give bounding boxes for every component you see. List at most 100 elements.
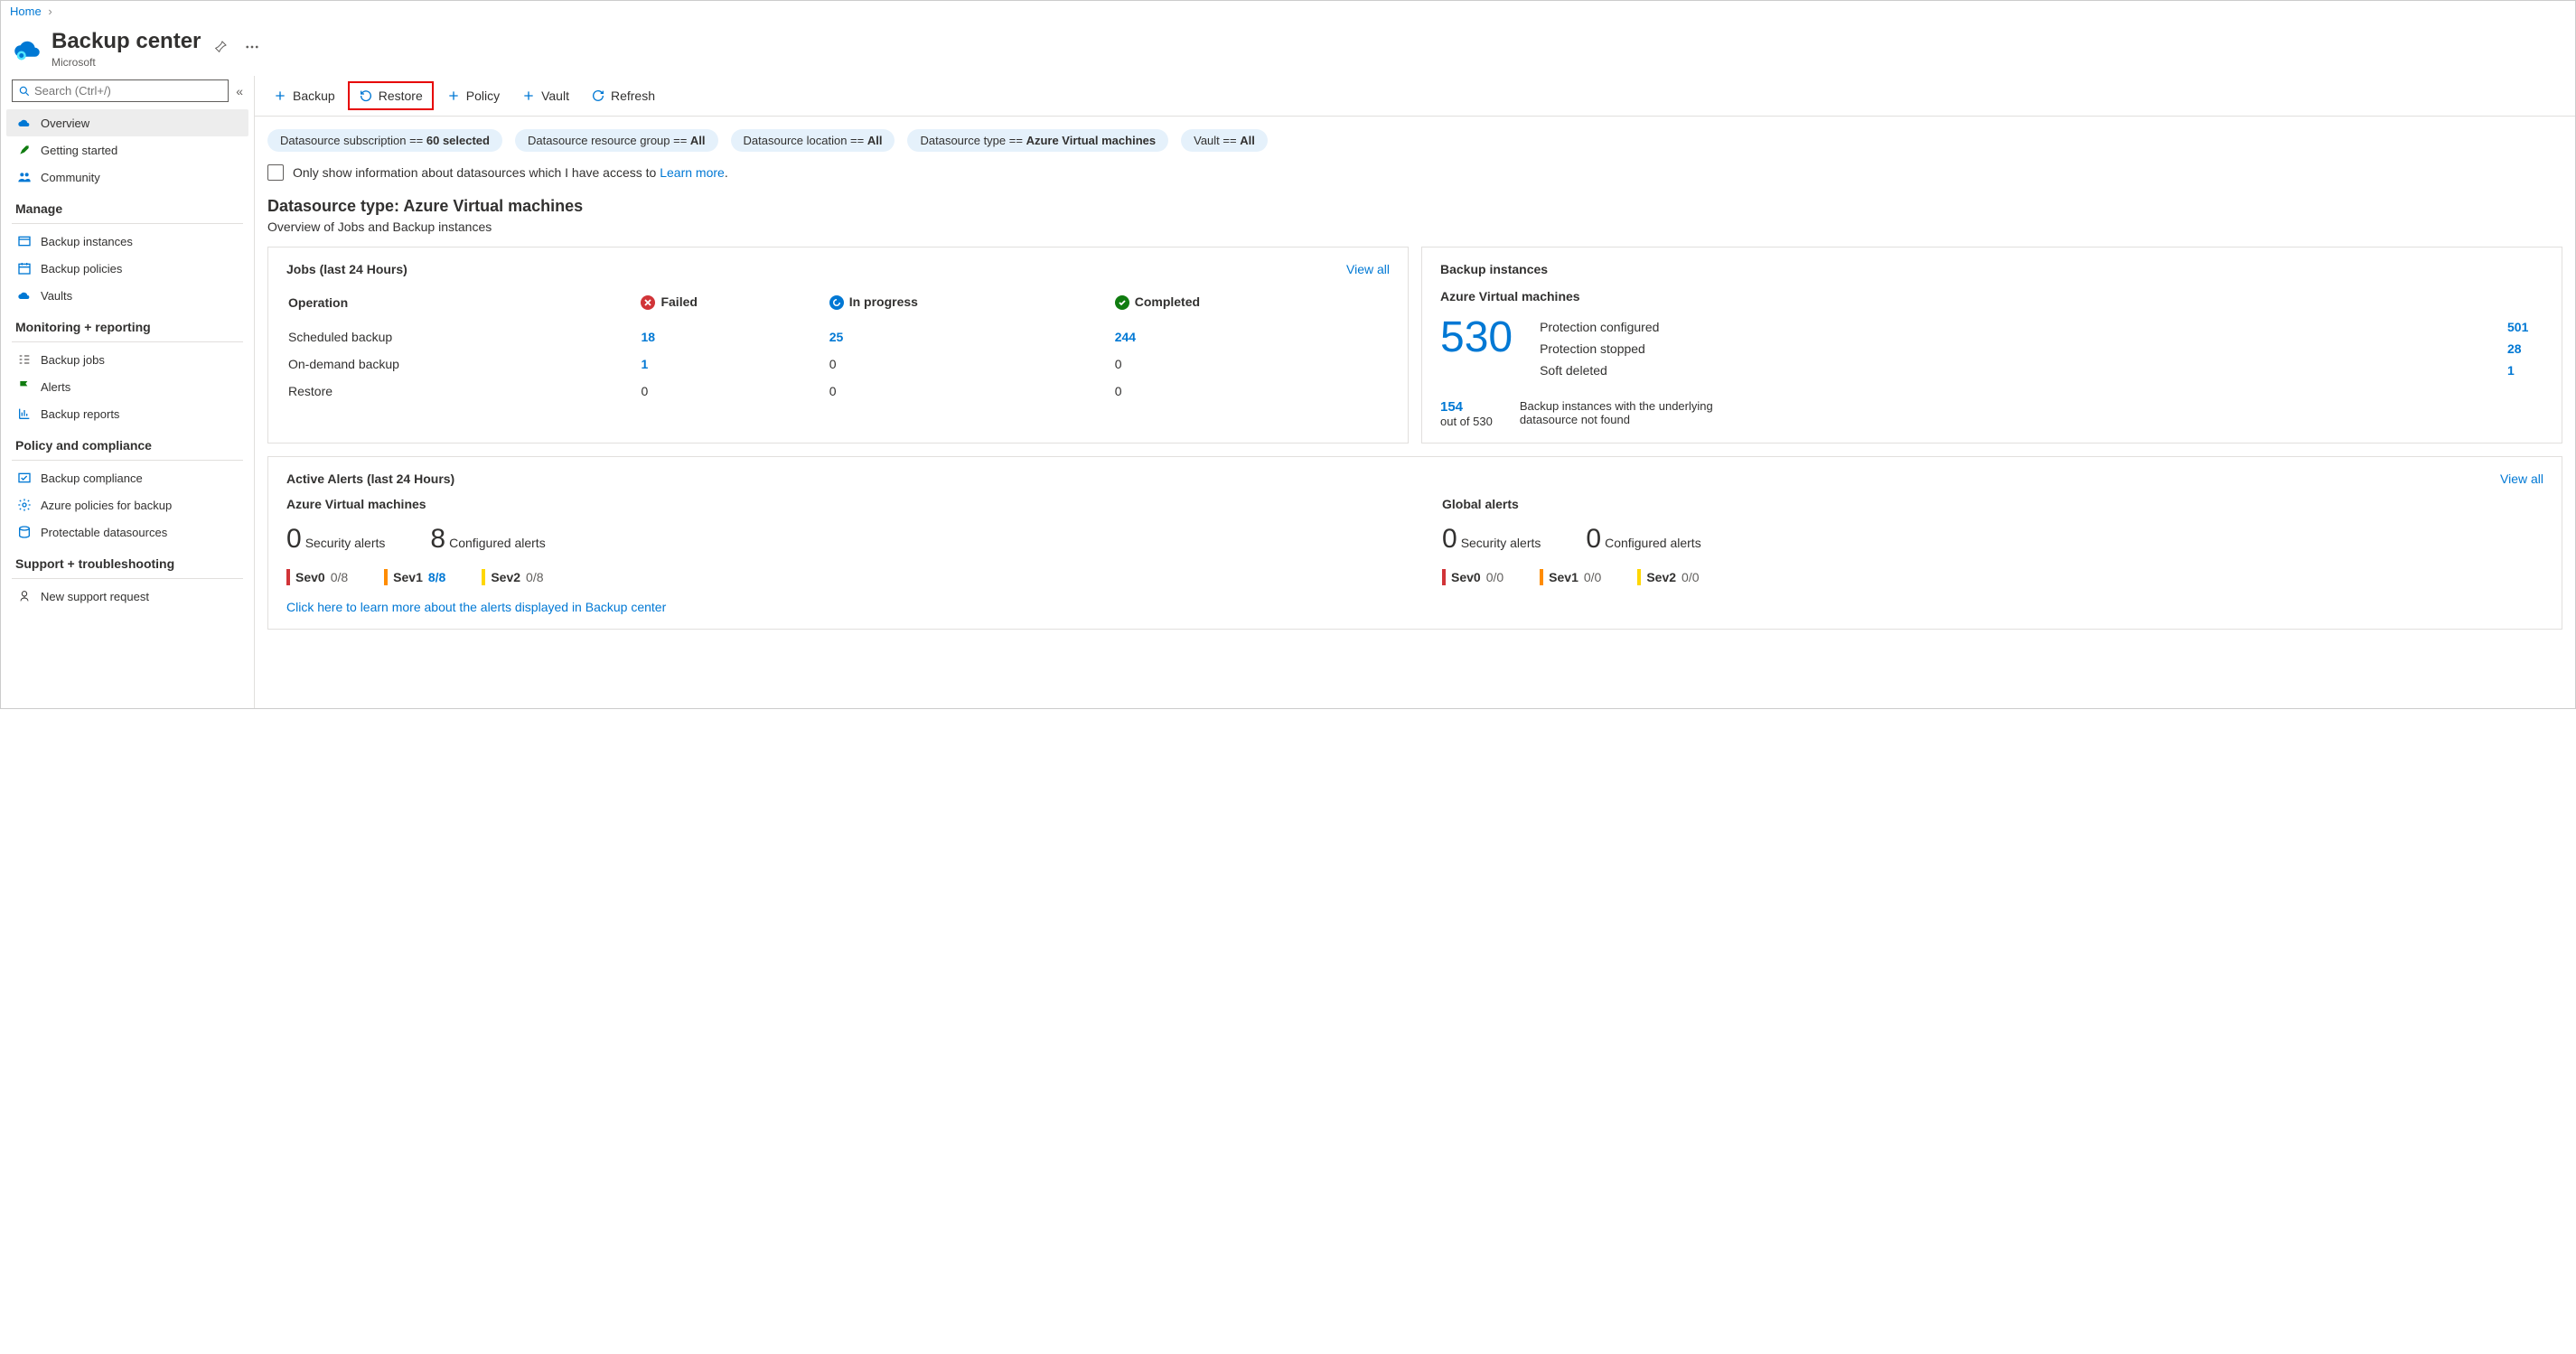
- jobs-cell: 0: [829, 351, 1113, 377]
- filter-location[interactable]: Datasource location == All: [731, 129, 895, 152]
- sev-value: 0/0: [1681, 570, 1699, 584]
- access-checkbox-label: Only show information about datasources …: [293, 165, 728, 180]
- inprogress-icon: [829, 295, 844, 310]
- sev-item: Sev00/8: [286, 569, 348, 585]
- sidebar-item-label: Getting started: [41, 144, 117, 157]
- jobs-cell[interactable]: 1: [641, 351, 827, 377]
- restore-button[interactable]: Restore: [348, 81, 434, 110]
- alerts-card-title: Active Alerts (last 24 Hours): [286, 472, 454, 486]
- jobs-col-operation: Operation: [288, 289, 639, 322]
- instances-stat-row: Protection stopped28: [1540, 338, 2543, 360]
- instances-stat-row: Protection configured 501: [1540, 316, 2543, 338]
- sev-item[interactable]: Sev18/8: [384, 569, 445, 585]
- gear-icon: [17, 498, 32, 512]
- sev-item: Sev10/0: [1540, 569, 1601, 585]
- sidebar-item-backup-jobs[interactable]: Backup jobs: [6, 346, 248, 373]
- collapse-sidebar-icon[interactable]: «: [236, 84, 243, 98]
- sev-bar-icon: [384, 569, 388, 585]
- backup-button[interactable]: Backup: [264, 83, 344, 108]
- sidebar-section-policy-and-compliance: Policy and compliance: [6, 427, 248, 458]
- check-icon: [17, 471, 32, 485]
- jobs-cell[interactable]: 25: [829, 324, 1113, 350]
- sidebar-item-backup-instances[interactable]: Backup instances: [6, 228, 248, 255]
- completed-icon: [1115, 295, 1129, 310]
- alerts-view-all-link[interactable]: View all: [2500, 472, 2543, 486]
- security-alerts-count[interactable]: 0Security alerts: [286, 524, 385, 555]
- instances-stat-label: Protection configured: [1540, 320, 1659, 334]
- alerts-card: Active Alerts (last 24 Hours) View all A…: [267, 456, 2562, 630]
- sev-value: 0/0: [1486, 570, 1503, 584]
- sidebar-item-vaults[interactable]: Vaults: [6, 282, 248, 309]
- jobs-row: Scheduled backup1825244: [288, 324, 1388, 350]
- sidebar-item-azure-policies-for-backup[interactable]: Azure policies for backup: [6, 491, 248, 518]
- filter-datasource-type[interactable]: Datasource type == Azure Virtual machine…: [907, 129, 1168, 152]
- sidebar-item-getting-started[interactable]: Getting started: [6, 136, 248, 163]
- sidebar-item-alerts[interactable]: Alerts: [6, 373, 248, 400]
- sidebar-item-label: Backup policies: [41, 262, 122, 275]
- jobs-col-inprogress: In progress: [829, 289, 1113, 322]
- access-checkbox[interactable]: [267, 164, 284, 181]
- instances-stat-value[interactable]: 501: [2507, 320, 2543, 334]
- backup-instances-card: Backup instances Azure Virtual machines …: [1421, 247, 2562, 444]
- configured-alerts-count[interactable]: 8Configured alerts: [430, 524, 545, 555]
- sidebar-item-label: Community: [41, 171, 100, 184]
- pin-icon[interactable]: [210, 36, 231, 62]
- failed-icon: [641, 295, 655, 310]
- jobs-cell[interactable]: 244: [1115, 324, 1388, 350]
- sev-label: Sev1: [1549, 570, 1578, 584]
- jobs-card-title: Jobs (last 24 Hours): [286, 262, 407, 276]
- sidebar-item-new-support-request[interactable]: New support request: [6, 583, 248, 610]
- policy-button[interactable]: Policy: [437, 83, 509, 108]
- security-alerts-count[interactable]: 0Security alerts: [1442, 524, 1541, 555]
- sidebar-item-label: Vaults: [41, 289, 72, 303]
- alerts-col-title: Azure Virtual machines: [286, 497, 1388, 511]
- filter-row: Datasource subscription == 60 selected D…: [255, 117, 2575, 164]
- tasks-icon: [17, 352, 32, 367]
- sidebar-item-backup-compliance[interactable]: Backup compliance: [6, 464, 248, 491]
- filter-subscription[interactable]: Datasource subscription == 60 selected: [267, 129, 502, 152]
- sidebar-item-backup-policies[interactable]: Backup policies: [6, 255, 248, 282]
- jobs-view-all-link[interactable]: View all: [1346, 262, 1390, 276]
- sidebar-item-overview[interactable]: Overview: [6, 109, 248, 136]
- configured-alerts-count[interactable]: 0Configured alerts: [1586, 524, 1700, 555]
- sidebar-item-community[interactable]: Community: [6, 163, 248, 191]
- vault-button-label: Vault: [541, 89, 569, 103]
- sev-value: 8/8: [428, 570, 445, 584]
- instances-notfound-count[interactable]: 154: [1440, 399, 1493, 415]
- alerts-learn-more-link[interactable]: Click here to learn more about the alert…: [286, 600, 666, 614]
- learn-more-link[interactable]: Learn more: [660, 165, 725, 180]
- refresh-button[interactable]: Refresh: [582, 83, 664, 108]
- sidebar-item-backup-reports[interactable]: Backup reports: [6, 400, 248, 427]
- search-input[interactable]: [34, 84, 222, 98]
- jobs-op: Restore: [288, 378, 639, 404]
- sidebar-item-label: Backup jobs: [41, 353, 105, 367]
- alerts-column: Global alerts 0Security alerts 0Configur…: [1442, 497, 2543, 585]
- sidebar-section-monitoring-reporting: Monitoring + reporting: [6, 309, 248, 340]
- instances-total[interactable]: 530: [1440, 316, 1513, 360]
- sidebar-item-label: Backup reports: [41, 407, 119, 421]
- instances-stat-value[interactable]: 1: [2507, 363, 2543, 378]
- sidebar-section-support-troubleshooting: Support + troubleshooting: [6, 546, 248, 576]
- sidebar-item-protectable-datasources[interactable]: Protectable datasources: [6, 518, 248, 546]
- severity-row: Sev00/8Sev18/8Sev20/8: [286, 569, 1388, 585]
- vault-button[interactable]: Vault: [512, 83, 578, 108]
- db-icon: [17, 525, 32, 539]
- more-icon[interactable]: [240, 35, 264, 63]
- search-input-wrapper[interactable]: [12, 79, 229, 102]
- alerts-column: Azure Virtual machines 0Security alerts …: [286, 497, 1388, 585]
- jobs-cell[interactable]: 18: [641, 324, 827, 350]
- breadcrumb-home[interactable]: Home: [10, 5, 42, 18]
- sev-value: 0/8: [331, 570, 348, 584]
- sev-label: Sev0: [1451, 570, 1481, 584]
- instances-notfound-text: Backup instances with the underlying dat…: [1520, 399, 1773, 426]
- restore-button-label: Restore: [379, 89, 423, 103]
- jobs-card: Jobs (last 24 Hours) View all Operation …: [267, 247, 1409, 444]
- jobs-op: Scheduled backup: [288, 324, 639, 350]
- filter-vault[interactable]: Vault == All: [1181, 129, 1268, 152]
- page-title: Backup center: [52, 29, 201, 54]
- sev-bar-icon: [1637, 569, 1641, 585]
- sidebar-item-label: Alerts: [41, 380, 70, 394]
- sev-bar-icon: [1540, 569, 1543, 585]
- instances-stat-value[interactable]: 28: [2507, 341, 2543, 356]
- filter-resource-group[interactable]: Datasource resource group == All: [515, 129, 718, 152]
